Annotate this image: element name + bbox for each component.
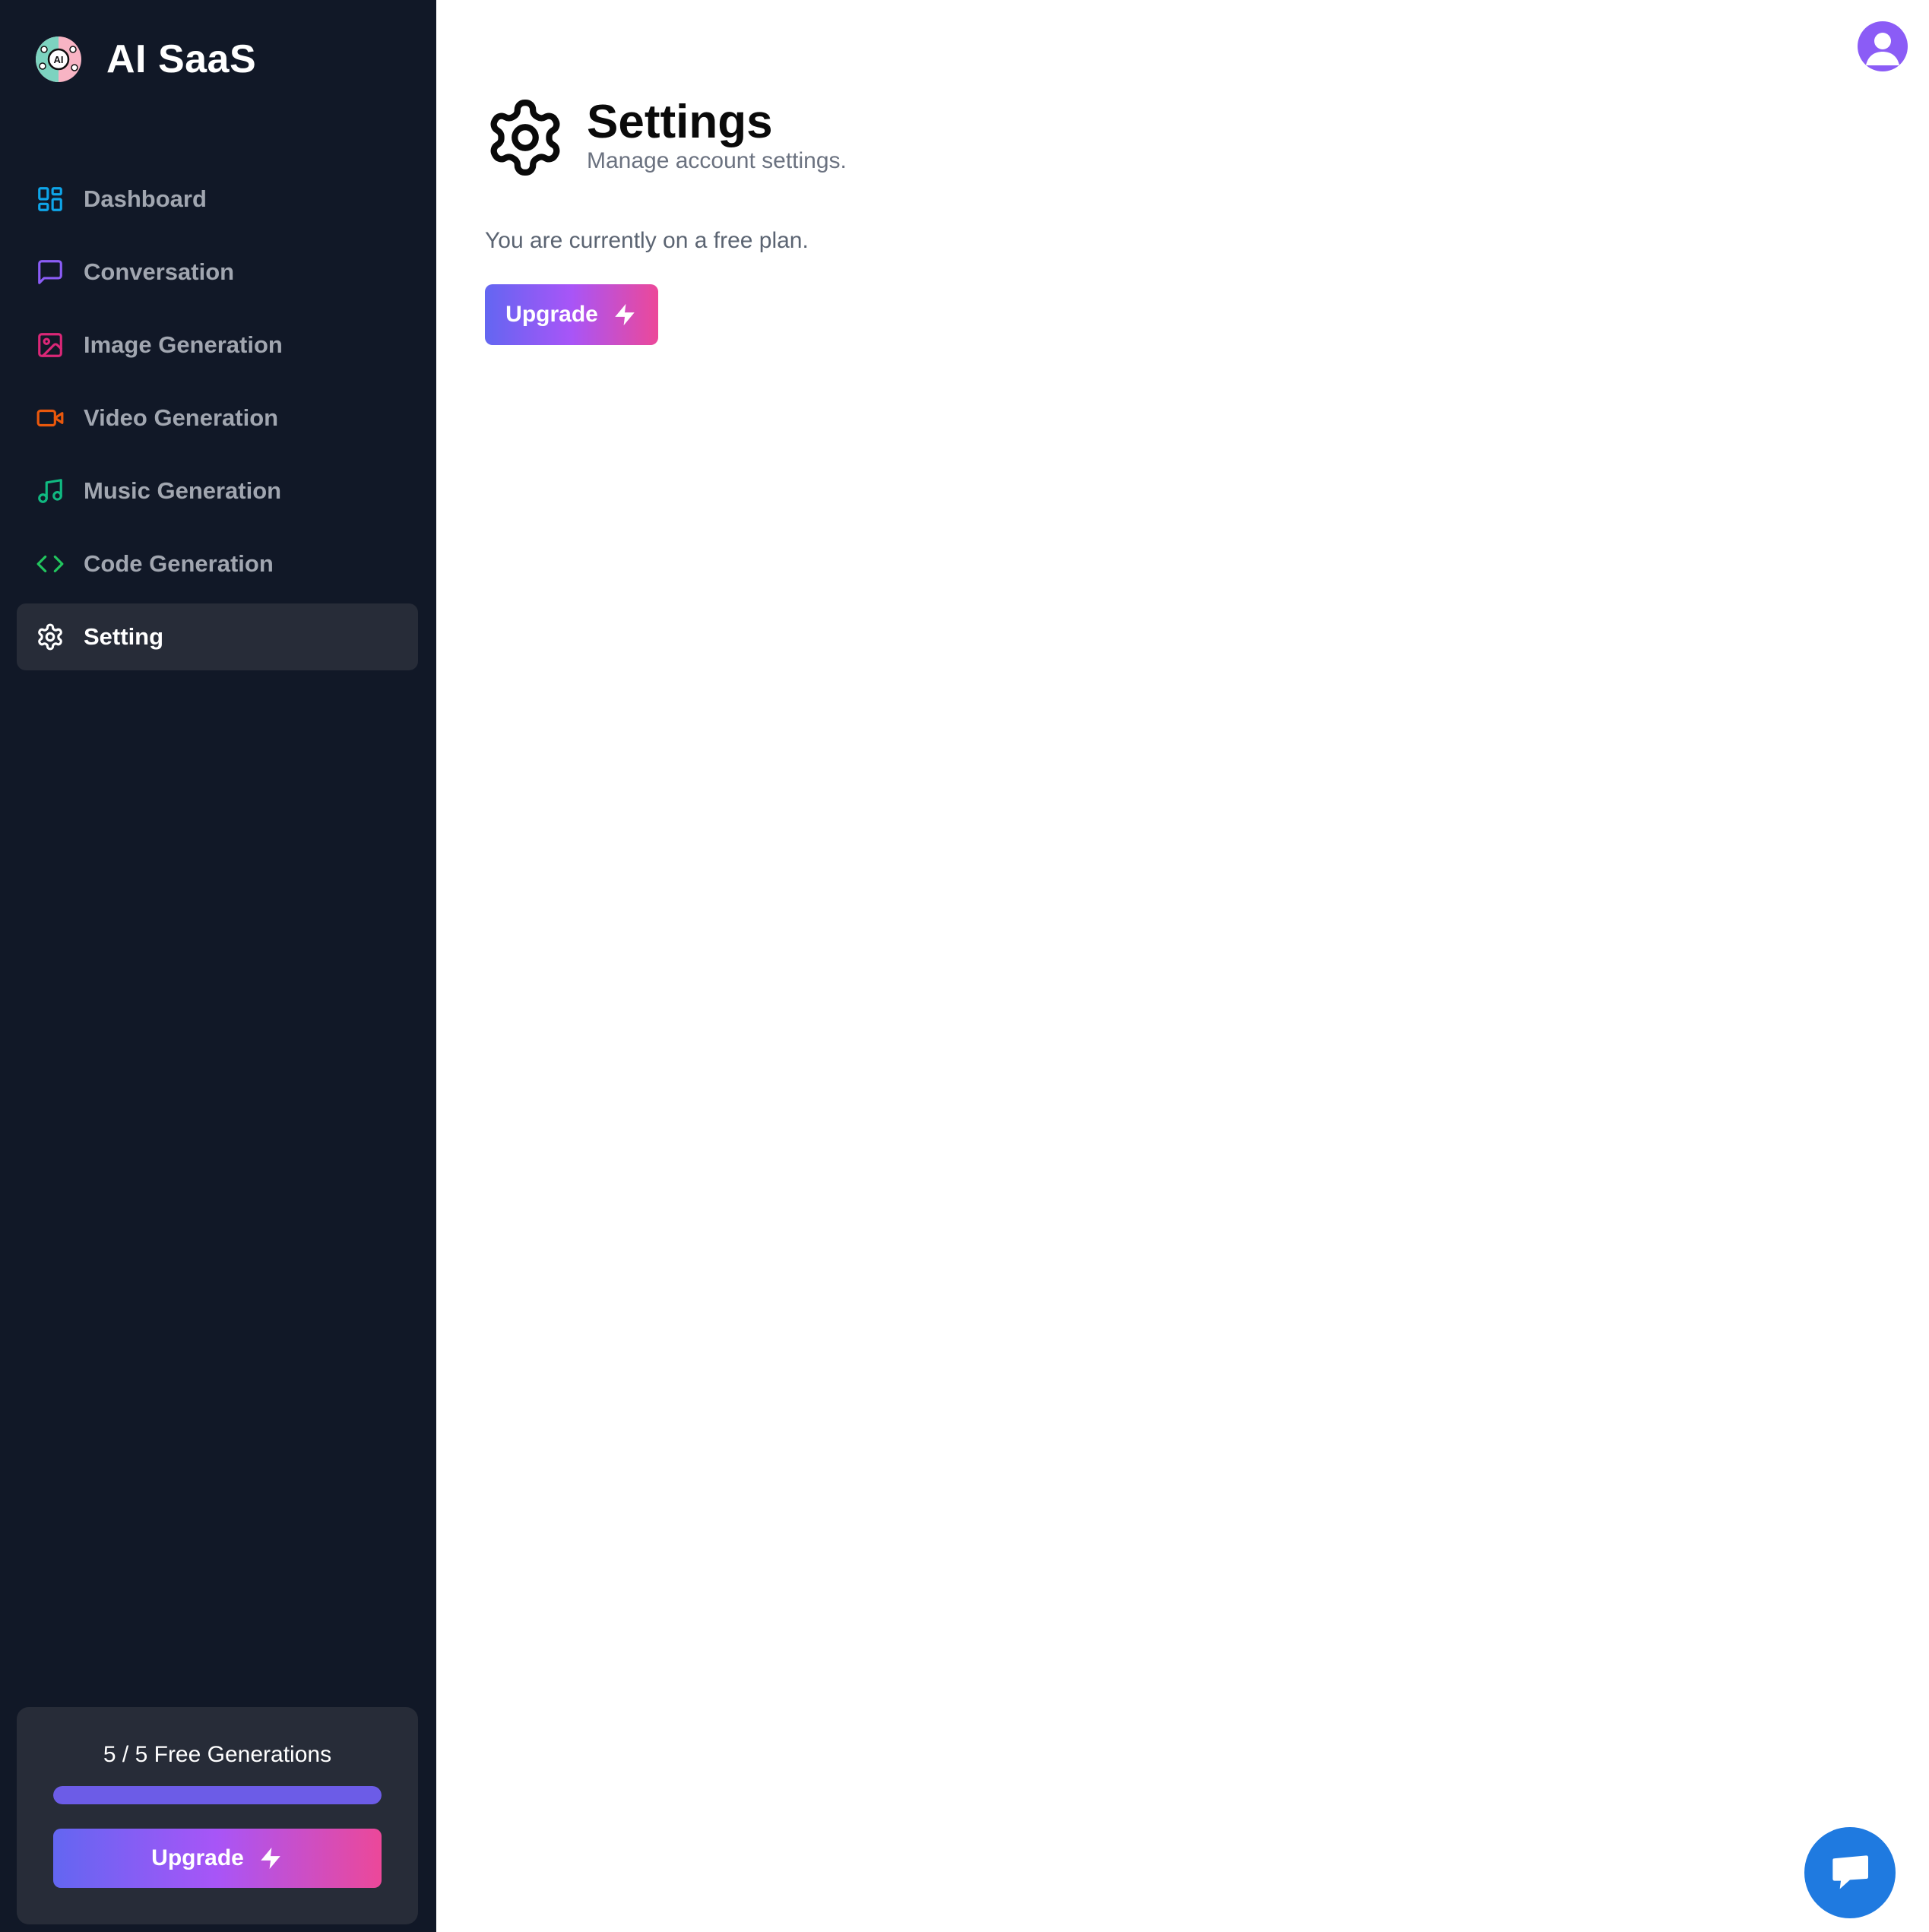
upgrade-button[interactable]: Upgrade bbox=[485, 284, 658, 345]
sidebar-item-label: Music Generation bbox=[84, 477, 282, 504]
chat-support-button[interactable] bbox=[1804, 1827, 1896, 1918]
image-icon bbox=[35, 330, 65, 360]
usage-progress-bar bbox=[53, 1786, 382, 1804]
page-subtitle: Manage account settings. bbox=[587, 148, 847, 173]
chat-icon bbox=[1832, 1855, 1868, 1889]
brain-logo-icon: AI bbox=[36, 36, 81, 82]
sidebar-item-video-generation[interactable]: Video Generation bbox=[17, 385, 418, 451]
settings-icon bbox=[35, 622, 65, 652]
sidebar-item-label: Image Generation bbox=[84, 331, 283, 358]
page-title: Settings bbox=[587, 96, 773, 148]
upgrade-label: Upgrade bbox=[151, 1845, 244, 1870]
sidebar-item-label: Code Generation bbox=[84, 550, 274, 577]
music-icon bbox=[35, 476, 65, 506]
usage-progress-fill bbox=[53, 1786, 382, 1804]
code-icon bbox=[35, 549, 65, 579]
brand[interactable]: AI AI SaaS bbox=[33, 32, 256, 87]
logo-text: AI bbox=[54, 54, 64, 65]
user-avatar[interactable] bbox=[1858, 21, 1908, 71]
zap-icon bbox=[612, 302, 638, 328]
sidebar-item-music-generation[interactable]: Music Generation bbox=[17, 458, 418, 524]
sidebar-nav: Dashboard Conversation Image Generation bbox=[17, 166, 418, 676]
upgrade-label: Upgrade bbox=[505, 302, 598, 327]
sidebar-item-label: Setting bbox=[84, 623, 164, 650]
plan-status-text: You are currently on a free plan. bbox=[485, 228, 809, 253]
video-icon bbox=[35, 403, 65, 433]
free-generations-count: 5 / 5 Free Generations bbox=[103, 1742, 332, 1767]
sidebar-item-setting[interactable]: Setting bbox=[17, 603, 418, 670]
message-square-icon bbox=[35, 257, 65, 287]
settings-icon bbox=[483, 96, 567, 179]
page-header: Settings Manage account settings. bbox=[483, 96, 847, 179]
zap-icon bbox=[258, 1845, 283, 1871]
sidebar-item-dashboard[interactable]: Dashboard bbox=[17, 166, 418, 233]
sidebar-item-label: Conversation bbox=[84, 258, 235, 285]
header-text: Settings Manage account settings. bbox=[587, 96, 847, 176]
sidebar-item-code-generation[interactable]: Code Generation bbox=[17, 531, 418, 597]
sidebar-upgrade-button[interactable]: Upgrade bbox=[53, 1829, 382, 1888]
sidebar-item-conversation[interactable]: Conversation bbox=[17, 239, 418, 306]
sidebar-item-image-generation[interactable]: Image Generation bbox=[17, 312, 418, 378]
user-icon bbox=[1866, 33, 1899, 65]
sidebar-item-label: Dashboard bbox=[84, 185, 207, 212]
sidebar-item-label: Video Generation bbox=[84, 404, 279, 431]
sidebar: AI AI SaaS Dashboard Conversation Image … bbox=[0, 0, 436, 1932]
layout-dashboard-icon bbox=[35, 184, 65, 214]
free-generations-card: 5 / 5 Free Generations Upgrade bbox=[17, 1707, 418, 1924]
app-name: AI SaaS bbox=[106, 37, 257, 81]
